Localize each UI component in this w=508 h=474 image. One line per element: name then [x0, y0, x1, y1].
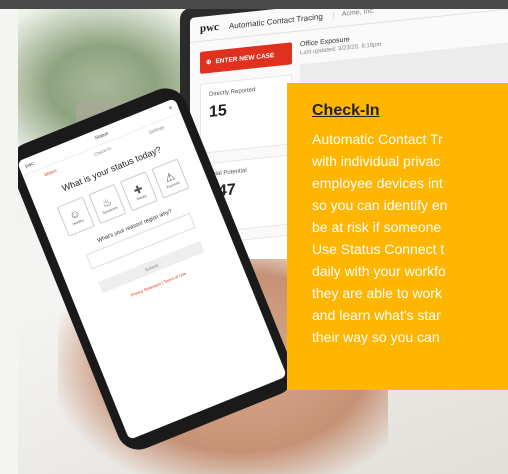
status-option-symptoms[interactable]: ♨ Symptoms [88, 183, 127, 225]
org-name: Acme, Inc. [332, 9, 375, 19]
enter-new-case-label: ENTER NEW CASE [215, 51, 275, 65]
info-line: and learn what's star [312, 307, 441, 323]
info-line: employee devices int [312, 175, 443, 191]
info-line: Use Status Connect t [312, 241, 445, 257]
check-in-info-box: Check-In Automatic Contact Tr with indiv… [287, 83, 508, 390]
info-line: with individual privac [312, 153, 441, 169]
status-option-exposed[interactable]: ⚠ Exposed [151, 158, 190, 199]
top-bar [0, 0, 508, 9]
stat-value: 15 [209, 102, 227, 121]
info-line: Automatic Contact Tr [312, 131, 443, 147]
menu-icon[interactable]: ≡ [168, 105, 173, 112]
tab-check-in[interactable]: Check-In [93, 146, 112, 157]
status-option-healthy[interactable]: ☺ Healthy [56, 196, 95, 237]
info-line: so you can identify en [312, 197, 448, 213]
enter-new-case-button[interactable]: ⊕ ENTER NEW CASE [200, 42, 292, 74]
info-line: be at risk if someone [312, 219, 442, 235]
stat-label: Total Potential [209, 167, 247, 178]
stat-label: Directly Reported [209, 87, 256, 98]
info-line: they are able to work [312, 285, 442, 301]
pwc-logo: pwc [24, 160, 35, 170]
info-title: Check-In [312, 102, 380, 119]
tab-settings[interactable]: Settings [148, 124, 165, 135]
app-title: Automatic Contact Tracing [228, 11, 323, 31]
tab-status[interactable]: Status [43, 168, 57, 177]
status-option-tested[interactable]: ✚ Tested [119, 171, 158, 212]
info-line: daily with your workfo [312, 263, 446, 279]
phone-app-title: Status [93, 130, 110, 142]
info-line: their way so you can [312, 329, 440, 345]
info-text: Automatic Contact Tr with individual pri… [312, 128, 508, 348]
stat-card-directly-reported: Directly Reported 15 [200, 74, 292, 154]
pwc-logo: pwc [200, 20, 219, 35]
plus-icon: ⊕ [206, 58, 212, 67]
